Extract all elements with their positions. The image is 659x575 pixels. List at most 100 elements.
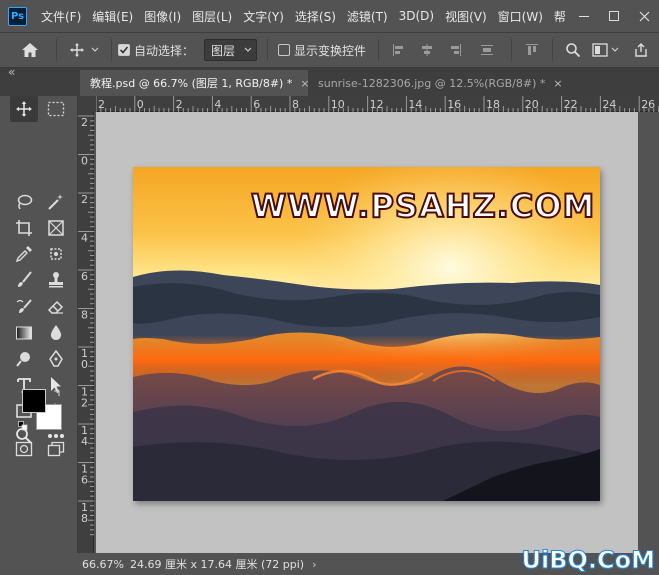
- swap-colors-icon[interactable]: [52, 388, 62, 398]
- auto-select-dropdown[interactable]: 图层: [204, 39, 258, 61]
- water-drop-icon: [50, 325, 62, 340]
- zoom-level[interactable]: 66.67%: [78, 558, 124, 571]
- brush-icon: [18, 271, 32, 287]
- menu-type[interactable]: 文字(Y): [243, 8, 284, 25]
- ruler-label: 2: [98, 98, 105, 111]
- marquee-tool[interactable]: [42, 96, 70, 122]
- menu-3d[interactable]: 3D(D): [399, 9, 434, 23]
- stamp-tool[interactable]: [42, 267, 70, 293]
- dodge-tool[interactable]: [10, 346, 38, 372]
- ruler-label: 4: [214, 98, 221, 111]
- vertical-ruler[interactable]: 2024681012141618: [78, 112, 94, 553]
- eraser-tool[interactable]: [42, 294, 70, 320]
- move-icon: [16, 101, 32, 117]
- magic-wand-icon: [48, 194, 63, 210]
- history-brush-tool[interactable]: [10, 294, 38, 320]
- align-left-button[interactable]: [389, 40, 409, 60]
- move-icon: [70, 43, 84, 57]
- menu-window[interactable]: 窗口(W): [498, 8, 543, 25]
- divider: [56, 39, 57, 61]
- distribute-icon: [481, 45, 494, 55]
- bandage-icon: [50, 248, 62, 260]
- history-brush-icon: [16, 299, 32, 313]
- share-icon: [635, 43, 647, 57]
- dodge-icon: [16, 352, 30, 367]
- menu-filter[interactable]: 滤镜(T): [347, 8, 388, 25]
- minimize-icon: [579, 15, 589, 17]
- default-colors-icon[interactable]: [18, 421, 28, 431]
- divider: [511, 39, 513, 61]
- tab-document-sunrise[interactable]: sunrise-1282306.jpg @ 12.5%(RGB/8#) * ×: [308, 70, 563, 96]
- tab-label: 教程.psd @ 66.7% (图层 1, RGB/8#) *: [90, 77, 293, 90]
- ruler-label: 24: [602, 98, 616, 111]
- search-icon: [566, 43, 581, 58]
- blur-tool[interactable]: [42, 320, 70, 346]
- distribute-button[interactable]: [477, 40, 497, 60]
- brush-tool[interactable]: [10, 267, 38, 293]
- menu-image[interactable]: 图像(I): [144, 8, 181, 25]
- window-controls: [569, 0, 659, 32]
- share-button[interactable]: [631, 40, 651, 60]
- menu-layer[interactable]: 图层(L): [192, 8, 232, 25]
- vertical-scrollbar[interactable]: [638, 112, 659, 553]
- vertical-ruler-ticks: 2024681012141618: [78, 115, 94, 536]
- menu-help[interactable]: 帮: [554, 8, 566, 25]
- document-canvas-image[interactable]: WWW.PSAHZ.COM: [133, 167, 600, 501]
- tab-document-active[interactable]: 教程.psd @ 66.7% (图层 1, RGB/8#) * ×: [80, 70, 310, 96]
- spot-heal-tool[interactable]: [42, 241, 70, 267]
- quick-mask-button[interactable]: [10, 436, 38, 462]
- divider: [267, 39, 269, 61]
- horizontal-ruler[interactable]: 2 0 2 4 6 8 10 12 14 16 18 20 22 24 26: [96, 96, 659, 112]
- eyedropper-icon: [15, 246, 32, 263]
- workspace-icon: [591, 43, 608, 57]
- home-icon: [22, 43, 38, 57]
- crop-tool[interactable]: [10, 215, 38, 241]
- photoshop-logo-icon[interactable]: Ps: [8, 6, 27, 26]
- align-right-icon: [451, 44, 462, 56]
- menu-file[interactable]: 文件(F): [41, 8, 81, 25]
- pen-tool[interactable]: [42, 346, 70, 372]
- show-transform-label: 显示变换控件: [294, 43, 367, 58]
- home-button[interactable]: [20, 40, 40, 60]
- ruler-label: 4: [81, 435, 88, 448]
- screen-mode-button[interactable]: [42, 436, 70, 462]
- maximize-button[interactable]: [599, 0, 629, 32]
- ruler-label: 0: [81, 358, 88, 371]
- align-center-icon: [422, 44, 433, 56]
- minimize-button[interactable]: [569, 0, 599, 32]
- collapse-panel-icon[interactable]: «: [8, 65, 15, 79]
- ruler-origin[interactable]: [78, 96, 96, 112]
- divider: [378, 39, 380, 61]
- align-top-button[interactable]: [522, 40, 542, 60]
- eyedropper-tool[interactable]: [10, 241, 38, 267]
- show-transform-checkbox[interactable]: [278, 44, 291, 56]
- status-menu-arrow-icon[interactable]: ›: [312, 558, 316, 571]
- move-tool[interactable]: [10, 96, 38, 122]
- options-bar: 自动选择： 图层 显示变换控件: [0, 32, 659, 68]
- search-button[interactable]: [563, 40, 583, 60]
- lasso-tool[interactable]: [10, 189, 38, 215]
- chevron-down-icon: [244, 47, 252, 52]
- workspace-button[interactable]: [591, 40, 619, 60]
- auto-select-label: 自动选择：: [134, 43, 195, 58]
- ruler-label: 20: [525, 98, 539, 111]
- ruler-label: 6: [81, 270, 88, 283]
- close-tab-icon[interactable]: ×: [553, 77, 562, 90]
- frame-tool[interactable]: [42, 215, 70, 241]
- pen-icon: [49, 350, 63, 367]
- menu-view[interactable]: 视图(V): [445, 8, 487, 25]
- align-right-button[interactable]: [445, 40, 465, 60]
- magic-wand-tool[interactable]: [42, 189, 70, 215]
- close-window-button[interactable]: [629, 0, 659, 32]
- close-icon: [639, 11, 649, 21]
- clone-stamp-icon: [49, 272, 63, 288]
- auto-select-checkbox[interactable]: [118, 44, 130, 56]
- align-center-button[interactable]: [417, 40, 437, 60]
- menu-edit[interactable]: 编辑(E): [92, 8, 133, 25]
- foreground-color-swatch[interactable]: [22, 389, 46, 413]
- ruler-label: 14: [408, 98, 422, 111]
- gradient-tool[interactable]: [10, 320, 38, 346]
- move-tool-preset[interactable]: [67, 40, 101, 60]
- ruler-label: 8: [81, 309, 88, 322]
- menu-select[interactable]: 选择(S): [295, 8, 336, 25]
